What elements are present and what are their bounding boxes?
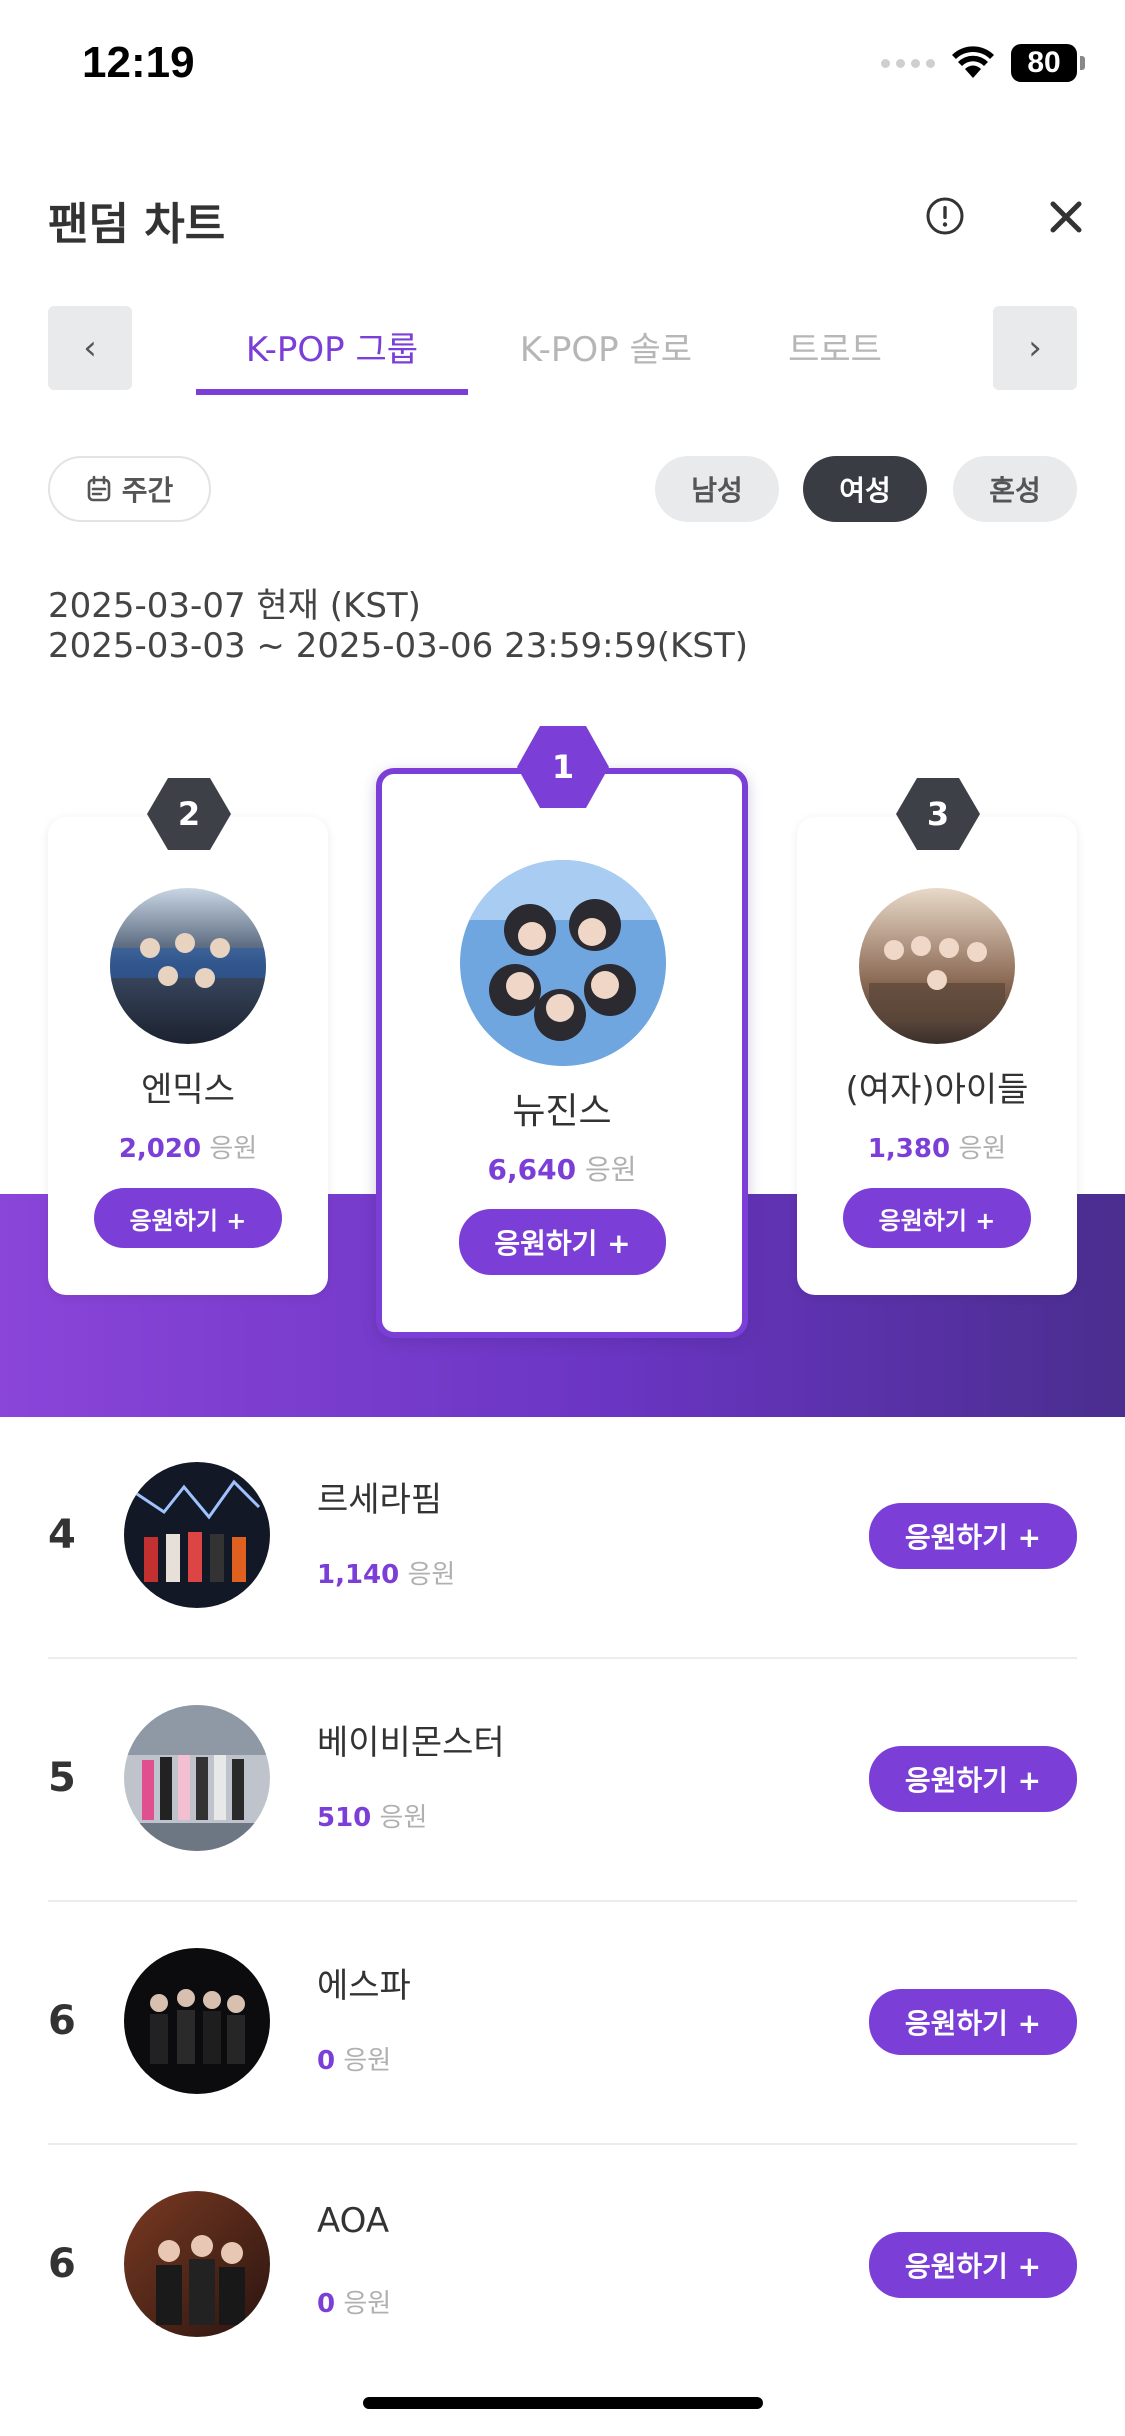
artist-name: (여자)아이들 [845,1070,1029,1110]
avatar [124,2191,270,2337]
support-button[interactable]: 응원하기 + [869,1503,1077,1569]
support-button[interactable]: 응원하기 + [869,1746,1077,1812]
divider [48,1657,1077,1659]
date-range: 2025-03-03 ~ 2025-03-06 23:59:59(KST) [48,626,748,666]
home-indicator [363,2397,763,2409]
info-icon[interactable] [925,196,965,236]
support-button[interactable]: 응원하기 + [869,2232,1077,2298]
avatar [859,888,1015,1044]
avatar [110,888,266,1044]
artist-name: 뉴진스 [512,1091,612,1132]
battery-icon: 80 [1011,44,1085,82]
list-artist-name: 에스파 [317,1966,411,2006]
support-button[interactable]: 응원하기 + [869,1989,1077,2055]
support-count: 1,380 응원 [867,1134,1007,1164]
list-rank: 6 [48,2241,76,2287]
support-count: 2,020 응원 [118,1134,258,1164]
list-rank: 6 [48,1998,76,2044]
list-rank: 5 [48,1755,76,1801]
calendar-icon [87,475,111,502]
prev-category-button[interactable]: ‹ [48,306,132,390]
active-tab-indicator [196,389,468,395]
list-artist-name: AOA [317,2201,390,2241]
list-support-count: 510 응원 [317,1803,428,1833]
avatar [460,860,666,1066]
tab-trot[interactable]: 트로트 [760,322,910,371]
divider [48,1900,1077,1902]
support-button[interactable]: 응원하기 + [94,1188,282,1248]
filter-mixed[interactable]: 혼성 [953,456,1077,522]
tab-kpop-group[interactable]: K-POP 그룹 [196,322,468,371]
filter-male[interactable]: 남성 [655,456,779,522]
next-category-button[interactable]: › [993,306,1077,390]
avatar [124,1705,270,1851]
list-support-count: 0 응원 [317,2046,392,2076]
divider [48,2143,1077,2145]
wifi-icon [952,46,994,78]
avatar [124,1948,270,2094]
list-artist-name: 베이비몬스터 [317,1723,505,1763]
list-rank: 4 [48,1512,76,1558]
period-select-button[interactable]: 주간 [48,456,211,522]
filter-female[interactable]: 여성 [803,456,927,522]
support-button[interactable]: 응원하기 + [843,1188,1031,1248]
status-indicators: 80 [881,44,1085,82]
status-time: 12:19 [82,38,195,87]
tab-kpop-solo[interactable]: K-POP 솔로 [496,322,716,371]
close-icon[interactable] [1045,196,1087,238]
list-support-count: 0 응원 [317,2289,392,2319]
current-date: 2025-03-07 현재 (KST) [48,586,421,626]
support-count: 6,640 응원 [487,1153,637,1186]
artist-name: 엔믹스 [141,1070,235,1110]
support-button[interactable]: 응원하기 + [459,1209,666,1275]
signal-icon [881,58,935,68]
period-label: 주간 [121,474,174,507]
page-title: 팬덤 차트 [48,199,226,250]
list-artist-name: 르세라핌 [317,1480,443,1520]
list-support-count: 1,140 응원 [317,1560,456,1590]
avatar [124,1462,270,1608]
